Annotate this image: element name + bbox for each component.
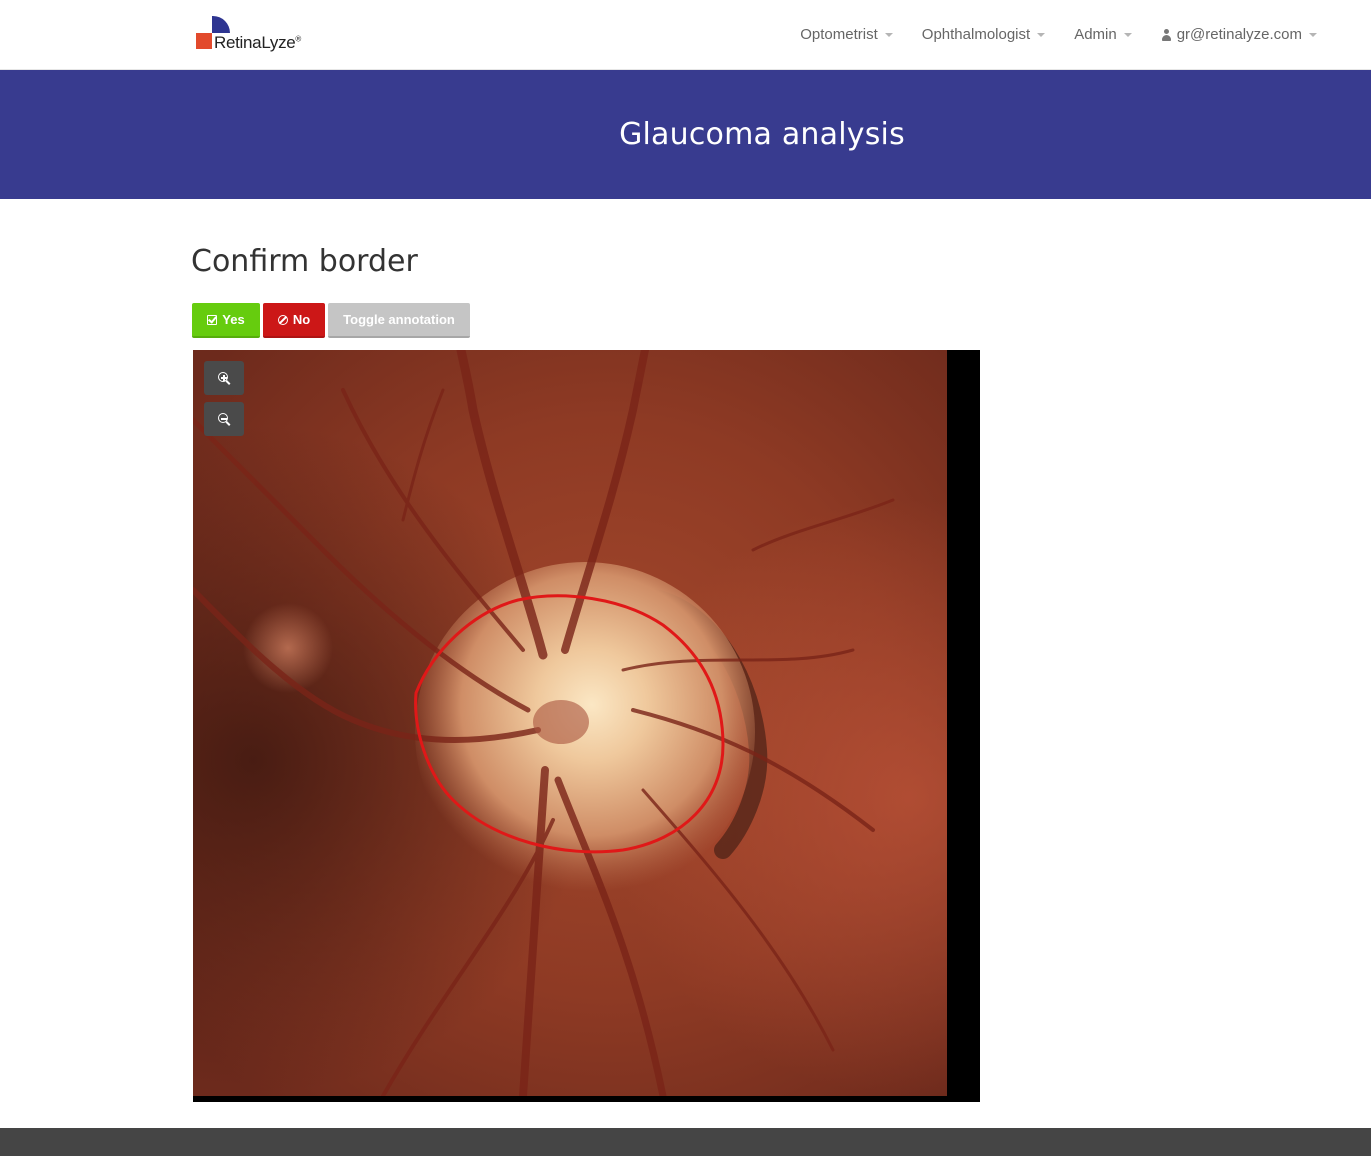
- nav-item-user-menu[interactable]: gr@retinalyze.com: [1161, 26, 1317, 43]
- zoom-out-icon: [218, 413, 231, 426]
- main-nav: Optometrist Ophthalmologist Admin gr@ret…: [771, 26, 1317, 43]
- toggle-annotation-button[interactable]: Toggle annotation: [328, 303, 470, 338]
- yes-button[interactable]: Yes: [192, 303, 260, 338]
- user-email: gr@retinalyze.com: [1176, 26, 1302, 43]
- nav-item-label: Admin: [1074, 26, 1117, 43]
- nav-item-label: Optometrist: [800, 26, 878, 43]
- no-button-label: No: [292, 312, 311, 327]
- logo-wordmark: RetinaLyze®: [214, 33, 301, 53]
- logo-quarter-mark: [212, 16, 230, 33]
- toggle-annotation-label: Toggle annotation: [343, 312, 455, 327]
- nav-item-admin[interactable]: Admin: [1074, 26, 1132, 43]
- nav-item-label: Ophthalmologist: [921, 26, 1031, 43]
- logo-square-mark: [196, 33, 212, 49]
- caret-down-icon: [1123, 32, 1132, 37]
- caret-down-icon: [884, 32, 893, 37]
- yes-button-label: Yes: [222, 312, 245, 327]
- registered-mark: ®: [295, 34, 302, 44]
- no-button[interactable]: No: [263, 303, 325, 338]
- zoom-out-button[interactable]: [204, 402, 244, 436]
- section-heading: Confirm border: [191, 244, 418, 279]
- brand-name: RetinaLyze: [214, 33, 296, 52]
- zoom-in-icon: [218, 372, 231, 385]
- page-banner: Glaucoma analysis: [0, 70, 1371, 199]
- page-title: Glaucoma analysis: [619, 117, 905, 152]
- fundus-image: [193, 350, 947, 1096]
- page-footer: [0, 1128, 1371, 1156]
- top-navbar: RetinaLyze® Optometrist Ophthalmologist …: [0, 0, 1371, 70]
- check-square-icon: [207, 314, 218, 325]
- retinalyze-logo[interactable]: RetinaLyze®: [196, 16, 306, 56]
- zoom-in-button[interactable]: [204, 361, 244, 395]
- caret-down-icon: [1037, 32, 1046, 37]
- fundus-image-viewer[interactable]: [193, 350, 980, 1102]
- nav-item-ophthalmologist[interactable]: Ophthalmologist: [921, 26, 1046, 43]
- ban-icon: [277, 314, 288, 325]
- caret-down-icon: [1309, 32, 1317, 37]
- user-icon: [1161, 28, 1172, 41]
- nav-item-optometrist[interactable]: Optometrist: [800, 26, 893, 43]
